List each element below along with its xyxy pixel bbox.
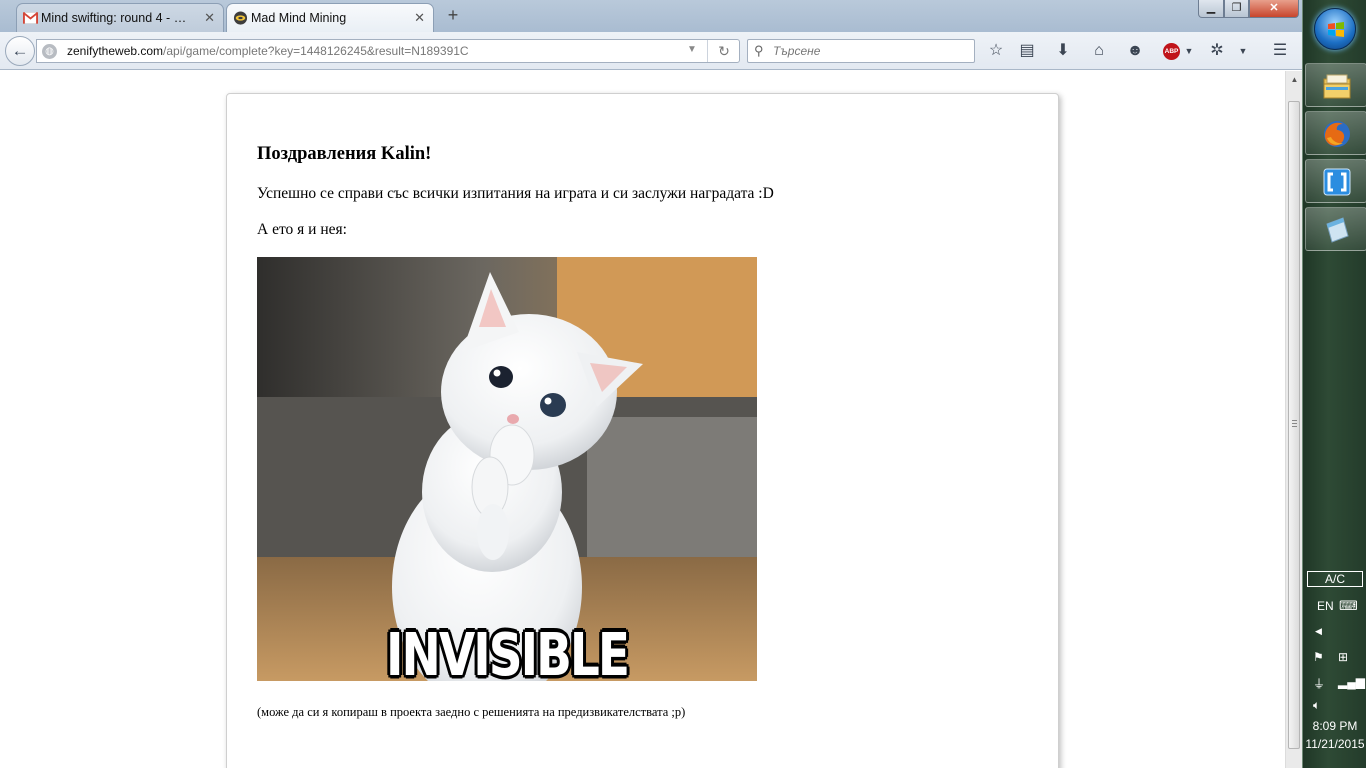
menu-icon[interactable]: ☰ (1269, 41, 1291, 61)
meme-image: INVISIBLE HARMONICA (257, 257, 757, 681)
search-bar[interactable]: ⚲ (747, 39, 975, 63)
tab-title: Mind swifting: round 4 - a... (41, 11, 191, 25)
tab-title: Mad Mind Mining (251, 11, 347, 25)
adblock-dropdown-icon[interactable]: ▼ (1178, 41, 1200, 61)
language-indicator[interactable]: EN (1317, 599, 1334, 613)
browser-window: Mind swifting: round 4 - a... ✕ Mad Mind… (0, 0, 1302, 768)
gmail-icon (23, 12, 38, 24)
reload-icon[interactable]: ↻ (707, 40, 740, 62)
search-input[interactable] (773, 42, 968, 60)
action-center-flag-icon[interactable]: ⚑ (1313, 650, 1324, 664)
scroll-grip-icon (1292, 420, 1297, 427)
tab-gmail[interactable]: Mind swifting: round 4 - a... ✕ (16, 3, 224, 32)
chat-icon[interactable]: ☻ (1124, 41, 1146, 61)
windows-update-icon[interactable]: ⊞ (1338, 650, 1348, 664)
power-plug-icon[interactable]: ⏚ (1313, 675, 1325, 692)
downloads-icon[interactable]: ⬇ (1052, 41, 1074, 61)
clock-date[interactable]: 11/21/2015 (1303, 737, 1366, 751)
site-favicon-icon (233, 11, 248, 25)
success-message: Успешно се справи със всички изпитания н… (257, 185, 774, 202)
url-host: zenifytheweb.com (67, 44, 164, 58)
tab-strip: Mind swifting: round 4 - a... ✕ Mad Mind… (0, 0, 1302, 32)
url-text[interactable]: zenifytheweb.com/api/game/complete?key=1… (67, 44, 469, 58)
footnote-text: (може да си я копираш в проекта заедно с… (257, 705, 686, 719)
bookmark-star-icon[interactable]: ☆ (985, 41, 1007, 61)
content-card: Поздравления Kalin! Успешно се справи съ… (226, 93, 1059, 768)
network-signal-icon[interactable]: ▂▄▆ (1338, 675, 1365, 689)
globe-icon: ◍ (42, 44, 57, 59)
windows-logo-icon (1328, 22, 1344, 37)
back-button[interactable]: ← (5, 36, 35, 66)
page-title: Поздравления Kalin! (257, 144, 432, 164)
reading-list-icon[interactable]: ▤ (1016, 41, 1038, 61)
show-hidden-icons-icon[interactable]: ◀ (1315, 626, 1322, 637)
brackets-icon (1323, 168, 1351, 196)
power-status-label[interactable]: A/C (1307, 571, 1363, 587)
navigation-toolbar: ← ◍ zenifytheweb.com/api/game/complete?k… (0, 32, 1302, 70)
notepad-icon (1326, 217, 1349, 243)
url-path: /api/game/complete?key=1448126245&result… (163, 44, 469, 58)
close-tab-icon[interactable]: ✕ (204, 10, 215, 26)
back-arrow-icon: ← (11, 41, 29, 60)
minimize-button[interactable]: ▁ (1198, 0, 1224, 18)
taskbar-notepad[interactable] (1305, 207, 1366, 251)
page-viewport: Поздравления Kalin! Успешно се справи съ… (0, 71, 1285, 768)
scrollbar-thumb[interactable] (1288, 101, 1300, 749)
close-tab-icon[interactable]: ✕ (414, 10, 425, 26)
extension-icon[interactable]: ✲ (1206, 41, 1228, 61)
firefox-icon (1324, 121, 1350, 147)
scroll-up-arrow-icon[interactable]: ▲ (1286, 71, 1303, 88)
taskbar-firefox[interactable] (1305, 111, 1366, 155)
start-button[interactable] (1314, 8, 1356, 50)
home-icon[interactable]: ⌂ (1088, 41, 1110, 61)
url-history-dropdown-icon[interactable]: ▼ (687, 44, 697, 55)
reward-intro: А ето я и нея: (257, 221, 347, 238)
taskbar-file-explorer[interactable] (1305, 63, 1366, 107)
url-bar[interactable]: ◍ zenifytheweb.com/api/game/complete?key… (36, 39, 740, 63)
search-icon: ⚲ (754, 43, 764, 58)
meme-caption: INVISIBLE HARMONICA (386, 621, 630, 681)
clock-time[interactable]: 8:09 PM (1303, 719, 1366, 733)
extension-dropdown-icon[interactable]: ▼ (1232, 41, 1254, 61)
vertical-scrollbar[interactable]: ▲ (1285, 71, 1302, 768)
maximize-button[interactable]: ❐ (1224, 0, 1249, 18)
file-explorer-icon (1323, 74, 1351, 99)
taskbar-brackets[interactable] (1305, 159, 1366, 203)
close-window-button[interactable]: ✕ (1249, 0, 1299, 18)
volume-icon[interactable]: 🔈︎ (1313, 698, 1320, 713)
tab-mad-mind-mining[interactable]: Mad Mind Mining ✕ (226, 3, 434, 32)
white-cat-illustration (257, 257, 757, 681)
keyboard-icon[interactable]: ⌨ (1339, 598, 1358, 614)
new-tab-button[interactable]: + (444, 6, 462, 24)
windows-taskbar: A/C EN ⌨ ◀ ⚑ ⊞ ⏚ ▂▄▆ 🔈︎ 8:09 PM 11/21/20… (1302, 0, 1366, 768)
